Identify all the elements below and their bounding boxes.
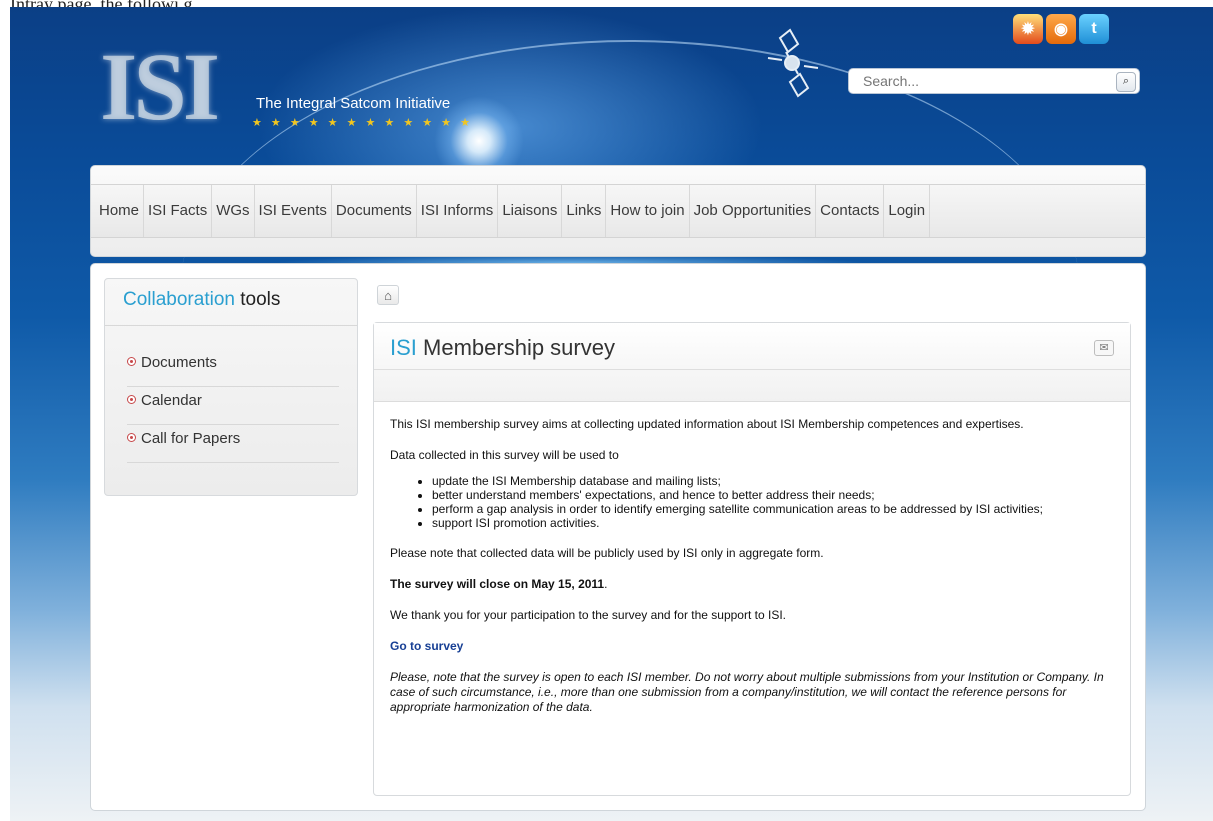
sidebar-title-rest: tools — [240, 289, 281, 310]
main-navbar: Home ISI Facts WGs ISI Events Documents … — [90, 165, 1146, 257]
list-item: support ISI promotion activities. — [432, 516, 1120, 530]
membership-survey-article: ISI Membership survey ✉ This ISI members… — [373, 322, 1131, 796]
thanks-text: We thank you for your participation to t… — [390, 608, 786, 622]
home-icon[interactable]: ⌂ — [377, 285, 399, 305]
sidebar-menu: Documents Calendar Call for Papers — [127, 349, 339, 463]
privacy-text: Please note that collected data will be … — [390, 546, 824, 560]
nav-documents[interactable]: Documents — [332, 185, 417, 237]
collaboration-tools-sidebar: Collaboration tools Documents Calendar C… — [104, 278, 358, 496]
nav-isi-events[interactable]: ISI Events — [255, 185, 332, 237]
nav-liaisons[interactable]: Liaisons — [498, 185, 563, 237]
sidebar-title-accent: Collaboration — [123, 289, 235, 310]
article-title-rest: Membership survey — [423, 335, 615, 360]
close-period: . — [604, 577, 608, 591]
list-item: better understand members' expectations,… — [432, 488, 1120, 502]
top-text-fragment: Intray page, the followi g — [0, 0, 1213, 7]
article-body: This ISI membership survey aims at colle… — [390, 417, 1120, 732]
satellite-icon — [767, 28, 819, 98]
data-used-text: Data collected in this survey will be us… — [390, 448, 619, 462]
rss-icon[interactable]: ◉ — [1046, 14, 1076, 44]
article-header-divider — [374, 369, 1130, 370]
survey-note: Please, note that the survey is open to … — [390, 670, 1104, 714]
search-box[interactable]: ⌕ — [848, 68, 1140, 94]
search-input[interactable] — [849, 69, 1113, 93]
isi-logo[interactable]: ISI — [100, 33, 250, 140]
search-icon[interactable]: ⌕ — [1116, 72, 1136, 92]
nav-login[interactable]: Login — [884, 185, 931, 237]
purpose-list: update the ISI Membership database and m… — [390, 474, 1120, 530]
bullet-icon — [127, 395, 136, 404]
sidebar-item-label: Documents — [141, 354, 217, 371]
nav-wgs[interactable]: WGs — [212, 185, 255, 237]
nav-isi-informs[interactable]: ISI Informs — [417, 185, 499, 237]
sidebar-item-call-for-papers[interactable]: Call for Papers — [127, 425, 339, 463]
sidebar-item-label: Call for Papers — [141, 430, 241, 447]
article-title-accent: ISI — [390, 335, 417, 360]
sidebar-title: Collaboration tools — [123, 289, 280, 311]
site-tagline: The Integral Satcom Initiative — [256, 95, 451, 112]
navbar-strip: Home ISI Facts WGs ISI Events Documents … — [91, 184, 1145, 238]
intro-text: This ISI membership survey aims at colle… — [390, 417, 1024, 431]
list-item: update the ISI Membership database and m… — [432, 474, 1120, 488]
twitter-icon[interactable]: t — [1079, 14, 1109, 44]
logo-mark: ISI — [100, 33, 220, 140]
sidebar-divider — [105, 325, 357, 326]
nav-how-to-join[interactable]: How to join — [606, 185, 690, 237]
eu-stars: ★ ★ ★ ★ ★ ★ ★ ★ ★ ★ ★ ★ — [252, 117, 473, 129]
bullet-icon — [127, 433, 136, 442]
article-title: ISI Membership survey — [390, 335, 615, 361]
nav-links[interactable]: Links — [562, 185, 607, 237]
sidebar-item-label: Calendar — [141, 392, 202, 409]
close-notice: The survey will close on May 15, 2011. — [390, 577, 1120, 591]
email-icon[interactable]: ✉ — [1094, 340, 1114, 356]
sidebar-item-calendar[interactable]: Calendar — [127, 387, 339, 425]
nav-isi-facts[interactable]: ISI Facts — [144, 185, 213, 237]
sidebar-item-documents[interactable]: Documents — [127, 349, 339, 387]
nav-home[interactable]: Home — [96, 185, 145, 237]
nav-job-opportunities[interactable]: Job Opportunities — [690, 185, 817, 237]
main-nav: Home ISI Facts WGs ISI Events Documents … — [96, 185, 931, 237]
list-item: perform a gap analysis in order to ident… — [432, 502, 1120, 516]
close-date-text: The survey will close on May 15, 2011 — [390, 577, 605, 591]
bullet-icon — [127, 357, 136, 366]
flame-icon[interactable]: ✹ — [1013, 14, 1043, 44]
article-header: ISI Membership survey ✉ — [374, 323, 1130, 402]
survey-link-row: Go to survey — [390, 639, 1120, 653]
go-to-survey-link[interactable]: Go to survey — [390, 639, 463, 653]
nav-contacts[interactable]: Contacts — [816, 185, 885, 237]
